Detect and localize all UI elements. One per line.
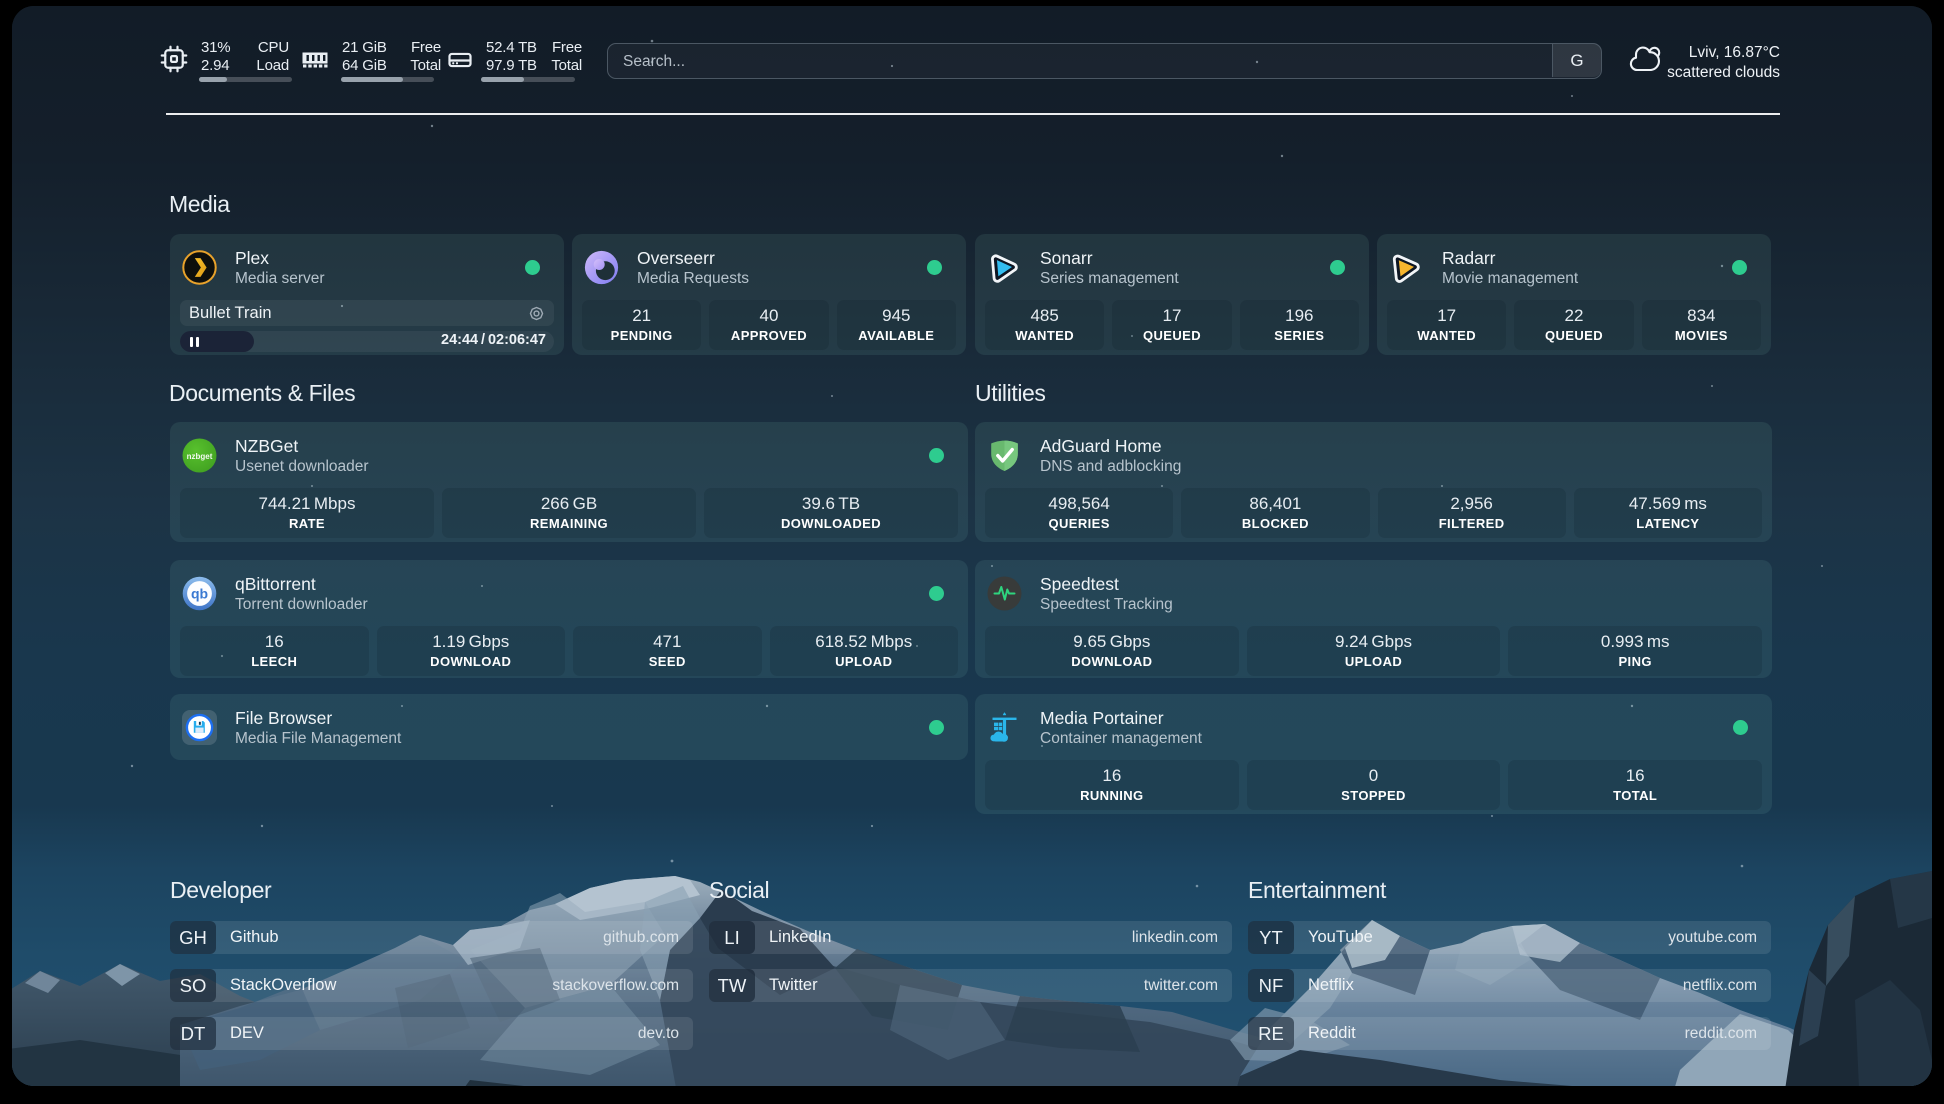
- svg-text:qb: qb: [191, 586, 208, 602]
- svg-text:nzbget: nzbget: [187, 452, 213, 461]
